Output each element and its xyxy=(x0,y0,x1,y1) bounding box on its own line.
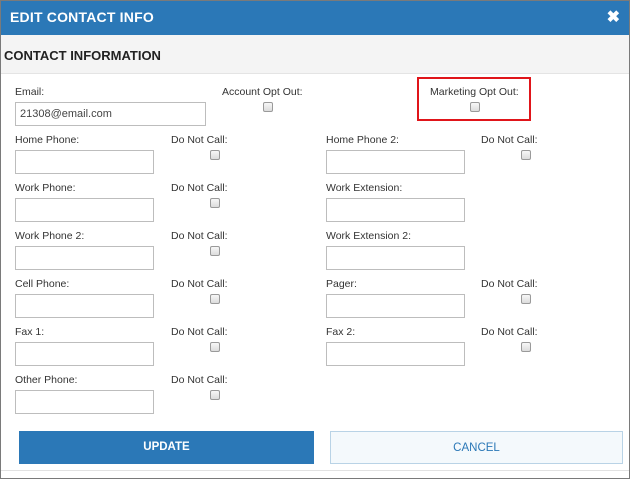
do-not-call-label: Do Not Call: xyxy=(171,326,228,338)
highlight-box xyxy=(417,77,531,121)
cell-phone-field[interactable] xyxy=(15,294,154,318)
account-opt-out-checkbox[interactable] xyxy=(263,102,273,112)
do-not-call-label: Do Not Call: xyxy=(171,278,228,290)
home-phone-field[interactable] xyxy=(15,150,154,174)
fax-2-field[interactable] xyxy=(326,342,465,366)
work-phone-label: Work Phone: xyxy=(15,182,76,194)
edit-contact-dialog: EDIT CONTACT INFO ✖ CONTACT INFORMATION … xyxy=(0,0,630,479)
pager-field[interactable] xyxy=(326,294,465,318)
footer-divider xyxy=(1,470,629,471)
do-not-call-label: Do Not Call: xyxy=(481,326,538,338)
email-field[interactable] xyxy=(15,102,206,126)
other-phone-do-not-call-checkbox[interactable] xyxy=(210,390,220,400)
section-header: CONTACT INFORMATION xyxy=(1,35,629,74)
dialog-titlebar: EDIT CONTACT INFO ✖ xyxy=(1,1,629,35)
dialog-title: EDIT CONTACT INFO xyxy=(10,9,154,25)
section-title: CONTACT INFORMATION xyxy=(4,48,161,63)
update-button[interactable]: UPDATE xyxy=(19,431,314,464)
home-phone-2-label: Home Phone 2: xyxy=(326,134,399,146)
work-phone-2-field[interactable] xyxy=(15,246,154,270)
close-icon[interactable]: ✖ xyxy=(607,7,620,27)
do-not-call-label: Do Not Call: xyxy=(171,374,228,386)
do-not-call-label: Do Not Call: xyxy=(171,182,228,194)
home-phone-do-not-call-checkbox[interactable] xyxy=(210,150,220,160)
fax-1-field[interactable] xyxy=(15,342,154,366)
fax-1-label: Fax 1: xyxy=(15,326,45,338)
work-extension-2-field[interactable] xyxy=(326,246,465,270)
do-not-call-label: Do Not Call: xyxy=(171,134,228,146)
cell-phone-do-not-call-checkbox[interactable] xyxy=(210,294,220,304)
work-phone-2-do-not-call-checkbox[interactable] xyxy=(210,246,220,256)
email-label: Email: xyxy=(15,86,45,98)
home-phone-label: Home Phone: xyxy=(15,134,80,146)
pager-label: Pager: xyxy=(326,278,357,290)
home-phone-2-do-not-call-checkbox[interactable] xyxy=(521,150,531,160)
account-opt-out-label: Account Opt Out: xyxy=(222,86,303,98)
work-phone-do-not-call-checkbox[interactable] xyxy=(210,198,220,208)
fax-2-do-not-call-checkbox[interactable] xyxy=(521,342,531,352)
work-extension-2-label: Work Extension 2: xyxy=(326,230,412,242)
cell-phone-label: Cell Phone: xyxy=(15,278,70,290)
other-phone-label: Other Phone: xyxy=(15,374,78,386)
work-extension-label: Work Extension: xyxy=(326,182,403,194)
work-phone-2-label: Work Phone 2: xyxy=(15,230,85,242)
fax-2-label: Fax 2: xyxy=(326,326,356,338)
work-phone-field[interactable] xyxy=(15,198,154,222)
home-phone-2-field[interactable] xyxy=(326,150,465,174)
cancel-button[interactable]: CANCEL xyxy=(330,431,623,464)
do-not-call-label: Do Not Call: xyxy=(481,278,538,290)
do-not-call-label: Do Not Call: xyxy=(481,134,538,146)
work-extension-field[interactable] xyxy=(326,198,465,222)
fax-1-do-not-call-checkbox[interactable] xyxy=(210,342,220,352)
do-not-call-label: Do Not Call: xyxy=(171,230,228,242)
other-phone-field[interactable] xyxy=(15,390,154,414)
pager-do-not-call-checkbox[interactable] xyxy=(521,294,531,304)
